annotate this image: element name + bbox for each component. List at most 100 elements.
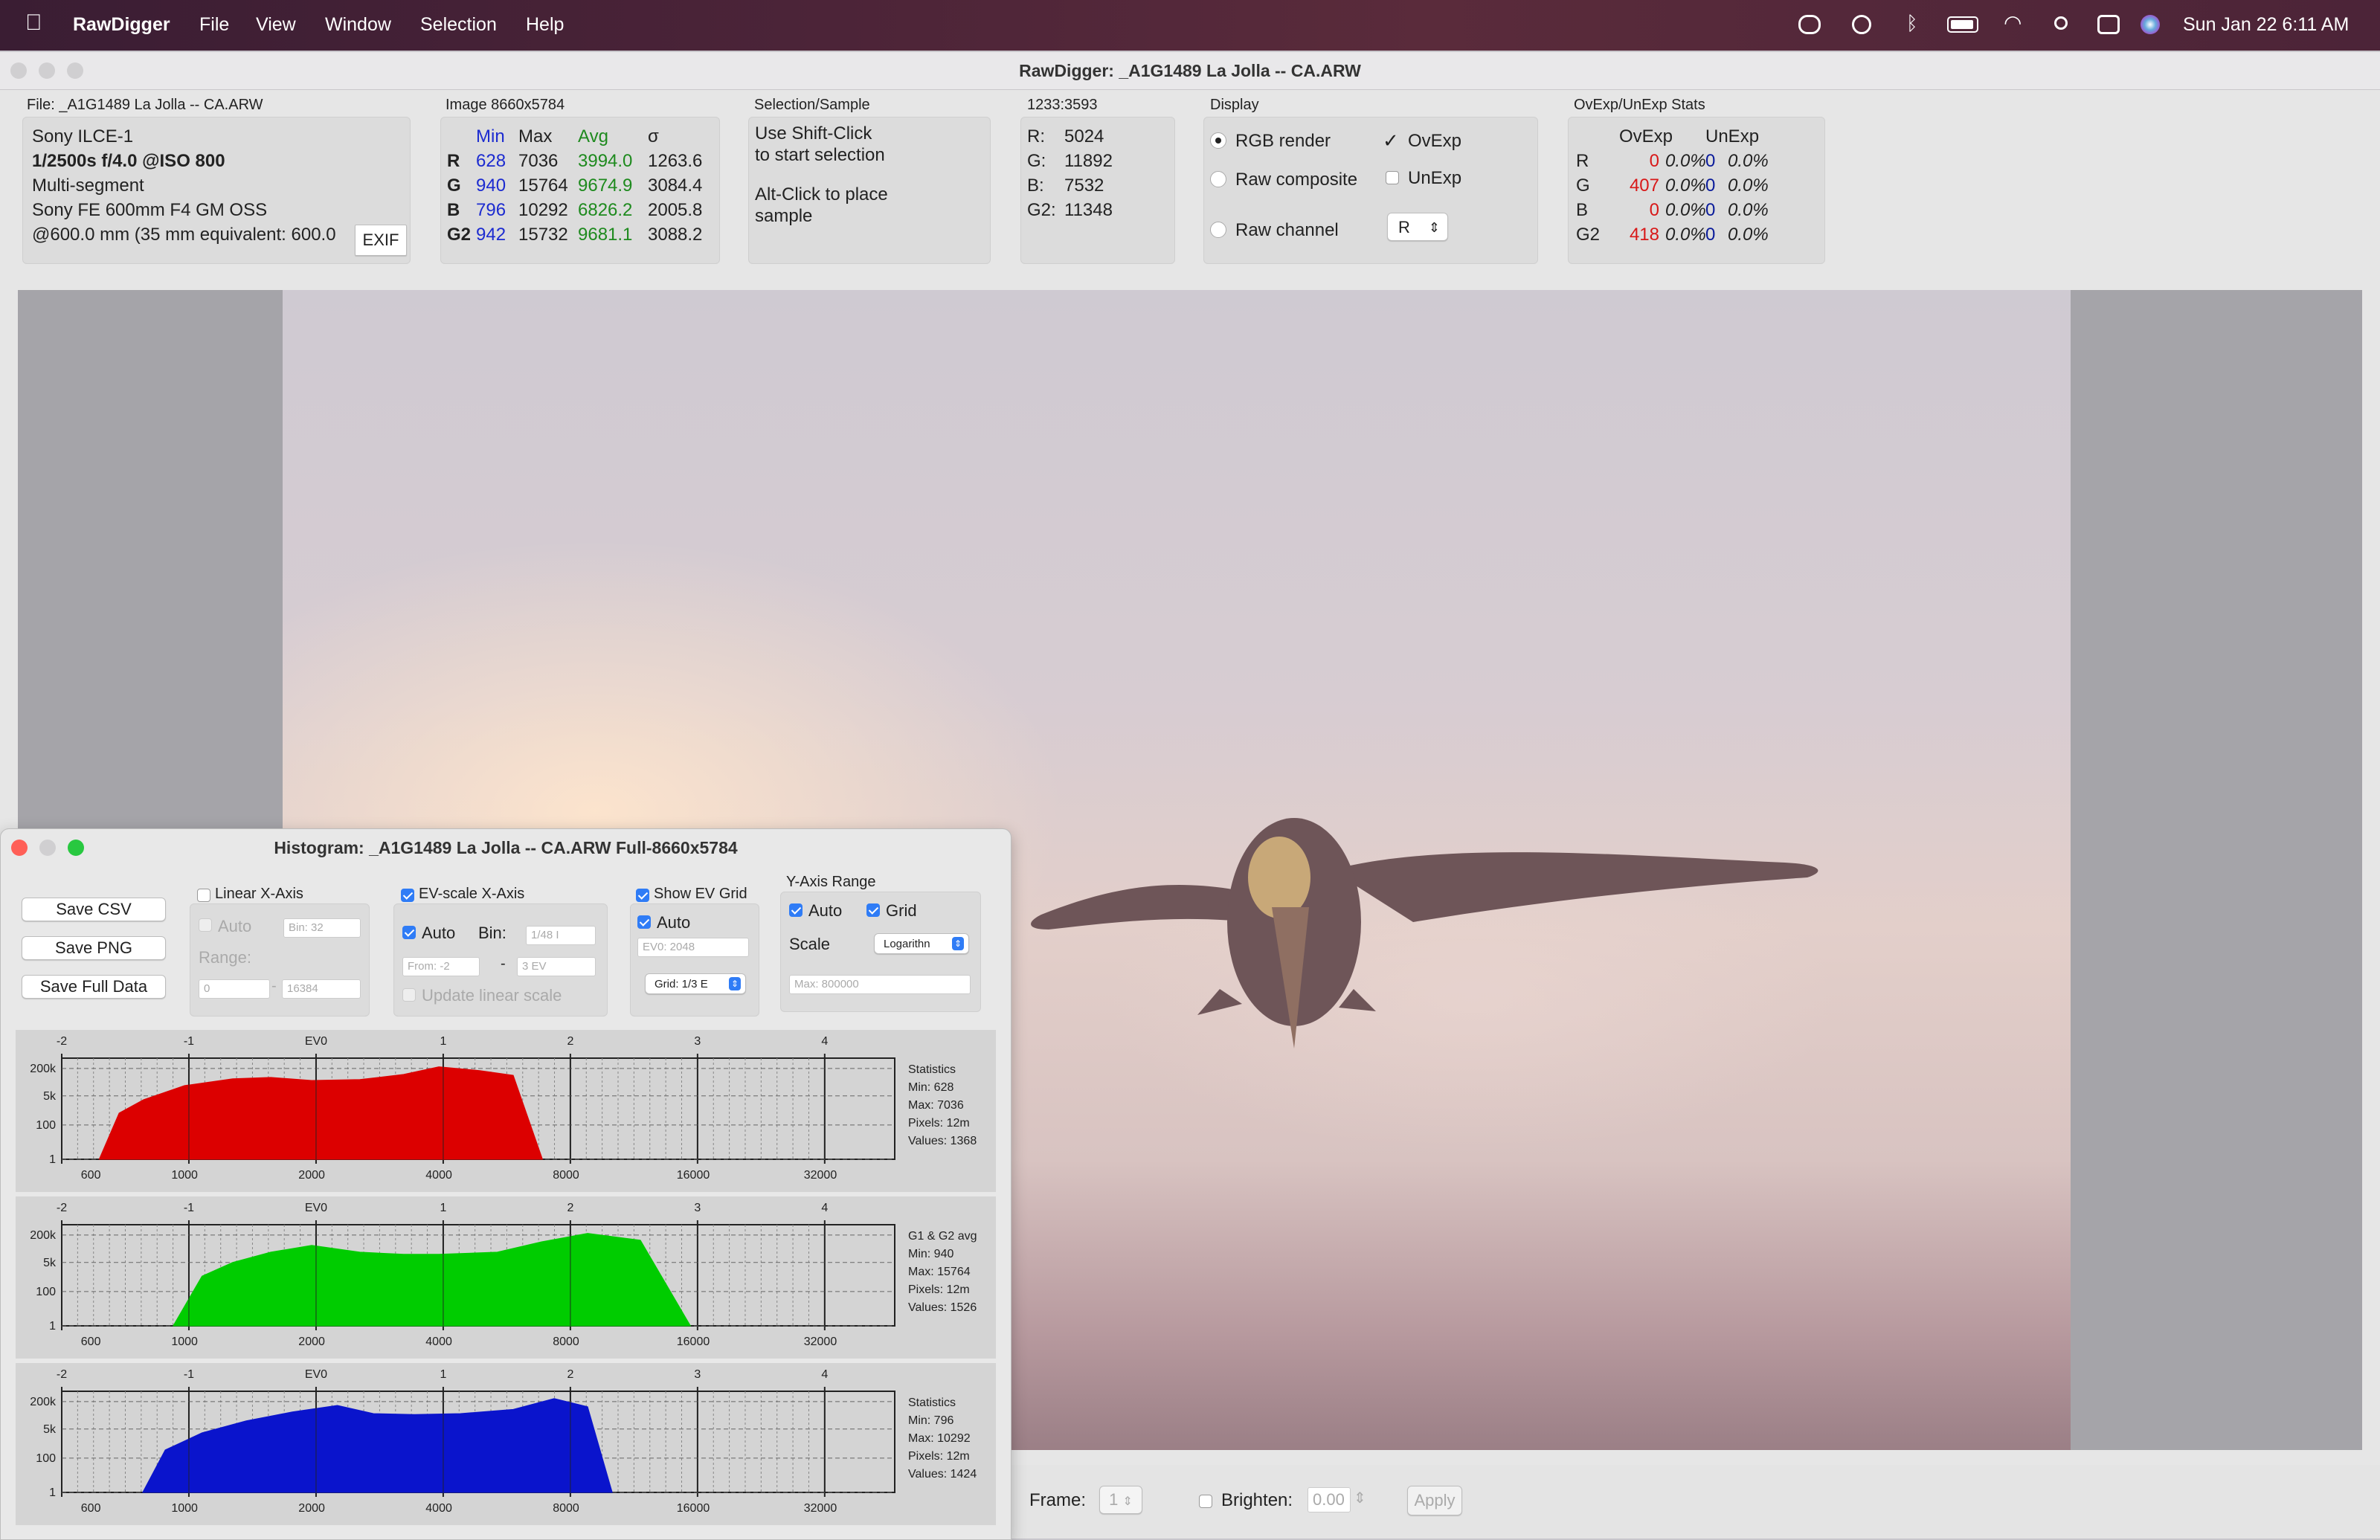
linear-x-label[interactable]: Linear X-Axis [215,886,303,903]
update-linear-checkbox[interactable] [402,988,416,1002]
ev-scale-label[interactable]: EV-scale X-Axis [419,886,524,903]
control-center-icon[interactable] [2097,15,2120,34]
header-sigma: σ [648,126,659,146]
statistics-line: Values: 1526 [908,1301,977,1314]
raw-channel-label[interactable]: Raw channel [1235,220,1339,241]
row-sigma: 3084.4 [648,175,703,196]
ev0-input[interactable]: EV0: 2048 [637,938,749,957]
row-max: 15764 [518,175,568,196]
show-ev-grid-checkbox[interactable] [636,889,649,902]
menu-bar:  RawDigger File View Window Selection H… [0,0,2380,51]
range-label: Range: [199,948,251,967]
updown-chevron-icon: ⇕ [1122,1495,1133,1508]
exif-button[interactable]: EXIF [355,225,407,256]
statistics-line: Min: 628 [908,1081,953,1094]
channel-select[interactable]: R ⇕ [1387,213,1448,241]
scale-select[interactable]: Logarithn ⇕ [874,933,969,954]
y-tick-label: 100 [36,1452,56,1465]
histogram-window: Histogram: _A1G1489 La Jolla -- CA.ARW F… [0,828,1012,1540]
brighten-label[interactable]: Brighten: [1221,1490,1293,1511]
ev-tick-label: 1 [440,1202,446,1214]
y-grid-checkbox[interactable] [866,903,880,917]
ev-grid-auto-checkbox[interactable] [637,915,651,929]
save-png-button[interactable]: Save PNG [22,936,166,960]
ev-tick-label: -2 [57,1368,67,1381]
ev-tick-label: -1 [184,1368,194,1381]
linear-auto-checkbox[interactable] [199,918,212,932]
app-menu[interactable]: RawDigger [73,14,170,36]
clock-datetime[interactable]: Sun Jan 22 6:11 AM [2183,14,2349,36]
unexp-label[interactable]: UnExp [1408,168,1461,189]
grid-select[interactable]: Grid: 1/3 E ⇕ [645,973,746,994]
ovexp-percent: 0.0% [1665,151,1706,171]
linear-bin-value: Bin: 32 [289,921,324,934]
statistics-title: Statistics [908,1063,956,1076]
ovexp-count: 0 [1649,200,1659,220]
image-label: Image 8660x5784 [446,97,565,113]
search-icon[interactable] [2054,16,2068,30]
ev-scale-checkbox[interactable] [401,889,414,902]
y-auto-label: Auto [808,901,843,920]
y-tick-label: 5k [43,1257,57,1269]
row-channel: G [447,175,461,196]
brighten-stepper-icon[interactable]: ⇕ [1354,1489,1366,1507]
y-max-input[interactable]: Max: 800000 [789,975,971,994]
bluetooth-icon[interactable]: ᛒ [1906,12,1918,35]
unexp-percent: 0.0% [1728,200,1769,220]
rgb-render-label[interactable]: RGB render [1235,131,1331,152]
wifi-icon[interactable]: ◠ [2004,10,2022,35]
range-from-value: 0 [204,982,210,995]
x-tick-label: 600 [81,1336,101,1348]
linear-x-checkbox[interactable] [197,889,210,902]
y-auto-checkbox[interactable] [789,903,803,917]
grid-select-value: Grid: 1/3 E [654,978,708,990]
menu-view[interactable]: View [256,14,296,36]
apple-menu-icon[interactable]:  [25,10,42,36]
statistics-line: Min: 940 [908,1248,953,1260]
selection-box: Use Shift-Click to start selection Alt-C… [748,117,991,264]
battery-icon[interactable] [1947,16,1978,33]
raw-channel-radio[interactable] [1210,222,1226,238]
brighten-checkbox[interactable] [1199,1495,1212,1508]
menu-selection[interactable]: Selection [420,14,497,36]
metering-mode: Multi-segment [32,175,144,196]
raw-composite-label[interactable]: Raw composite [1235,170,1357,190]
rgb-render-radio[interactable] [1210,132,1226,149]
ev-from-value: From: -2 [408,960,450,973]
apply-button[interactable]: Apply [1407,1486,1462,1515]
unexp-percent: 0.0% [1728,175,1769,196]
raw-composite-radio[interactable] [1210,171,1226,187]
brighten-input[interactable]: 0.00 [1308,1487,1351,1512]
unexp-checkbox[interactable] [1386,171,1399,184]
menu-file[interactable]: File [199,14,229,36]
range-to-input[interactable]: 16384 [282,979,361,999]
save-csv-button[interactable]: Save CSV [22,898,166,921]
linear-bin-input[interactable]: Bin: 32 [283,918,361,938]
y-tick-label: 1 [49,1320,56,1333]
x-tick-label: 16000 [677,1169,710,1182]
ev-from-input[interactable]: From: -2 [402,957,480,976]
save-full-data-button[interactable]: Save Full Data [22,975,166,999]
file-info-box: Sony ILCE-1 1/2500s f/4.0 @ISO 800 Multi… [22,117,411,264]
frame-stepper[interactable]: 1 ⇕ [1099,1486,1142,1514]
stat-channel: G [1576,175,1590,196]
menu-help[interactable]: Help [526,14,564,36]
ovexp-checkmark-icon[interactable]: ✓ [1383,129,1399,152]
siri-icon[interactable] [2141,15,2160,34]
sample-hint-2: sample [755,206,813,226]
statistics-line: Values: 1424 [908,1468,977,1481]
ev-tick-label: 1 [440,1368,446,1381]
ev-to-input[interactable]: 3 EV [517,957,596,976]
x-tick-label: 1000 [171,1169,198,1182]
creative-cloud-icon[interactable] [1798,15,1821,34]
row-channel: B [447,200,460,220]
ev-bin-select[interactable]: 1/48 I [526,926,596,945]
show-ev-grid-label[interactable]: Show EV Grid [654,886,747,903]
ev-auto-checkbox[interactable] [402,926,416,939]
x-tick-label: 2000 [298,1502,325,1515]
ovexp-label[interactable]: OvExp [1408,131,1461,152]
menu-window[interactable]: Window [325,14,391,36]
range-from-input[interactable]: 0 [199,979,270,999]
time-machine-icon[interactable] [1852,15,1871,34]
row-sigma: 3088.2 [648,225,703,245]
